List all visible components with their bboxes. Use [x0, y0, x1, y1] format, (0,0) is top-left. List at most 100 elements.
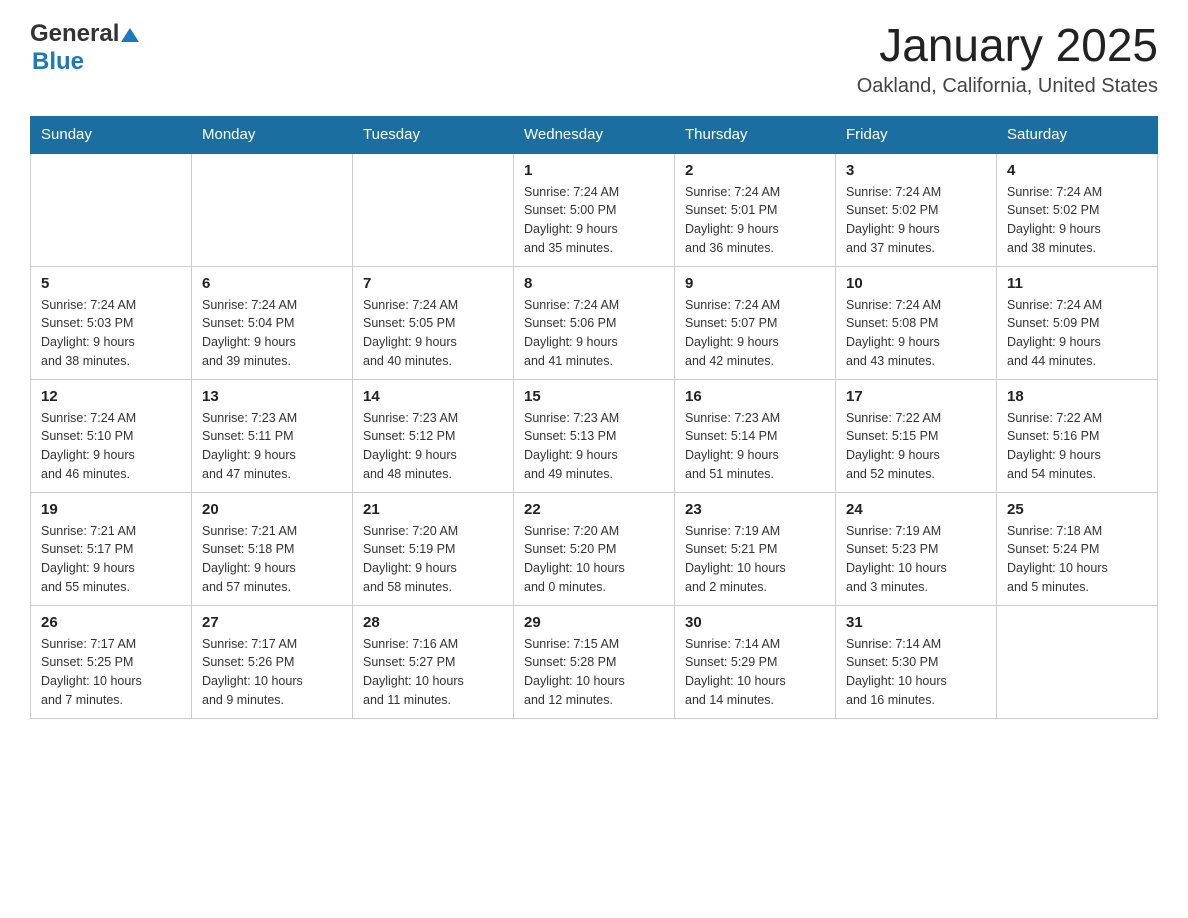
day-info: Sunrise: 7:21 AM Sunset: 5:17 PM Dayligh… [41, 522, 181, 597]
calendar-day-cell: 13 Sunrise: 7:23 AM Sunset: 5:11 PM Dayli… [192, 379, 353, 492]
calendar-week-row: 12 Sunrise: 7:24 AM Sunset: 5:10 PM Dayli… [31, 379, 1158, 492]
day-number: 4 [1007, 162, 1147, 179]
day-info: Sunrise: 7:17 AM Sunset: 5:25 PM Dayligh… [41, 635, 181, 710]
calendar-day-cell: 11Sunrise: 7:24 AM Sunset: 5:09 PM Dayli… [997, 266, 1158, 379]
day-number: 25 [1007, 501, 1147, 518]
day-number: 3 [846, 162, 986, 179]
day-info: Sunrise: 7:16 AM Sunset: 5:27 PM Dayligh… [363, 635, 503, 710]
calendar-day-cell [31, 153, 192, 267]
calendar-week-row: 26 Sunrise: 7:17 AM Sunset: 5:25 PM Dayli… [31, 605, 1158, 718]
weekday-header-sunday: Sunday [31, 116, 192, 153]
calendar-day-cell: 25Sunrise: 7:18 AM Sunset: 5:24 PM Dayli… [997, 492, 1158, 605]
weekday-header-tuesday: Tuesday [353, 116, 514, 153]
day-info: Sunrise: 7:24 AM Sunset: 5:07 PM Dayligh… [685, 296, 825, 371]
day-number: 10 [846, 275, 986, 292]
day-number: 13 [202, 388, 342, 405]
day-info: Sunrise: 7:24 AM Sunset: 5:08 PM Dayligh… [846, 296, 986, 371]
day-info: Sunrise: 7:23 AM Sunset: 5:11 PM Dayligh… [202, 409, 342, 484]
day-number: 20 [202, 501, 342, 518]
day-info: Sunrise: 7:24 AM Sunset: 5:10 PM Dayligh… [41, 409, 181, 484]
calendar-day-cell: 5Sunrise: 7:24 AM Sunset: 5:03 PM Daylig… [31, 266, 192, 379]
calendar-day-cell: 30 Sunrise: 7:14 AM Sunset: 5:29 PM Dayli… [675, 605, 836, 718]
day-number: 12 [41, 388, 181, 405]
calendar-day-cell: 23 Sunrise: 7:19 AM Sunset: 5:21 PM Dayli… [675, 492, 836, 605]
day-info: Sunrise: 7:24 AM Sunset: 5:00 PM Dayligh… [524, 183, 664, 258]
day-number: 9 [685, 275, 825, 292]
calendar-body: 1 Sunrise: 7:24 AM Sunset: 5:00 PM Daylig… [31, 153, 1158, 719]
calendar-day-cell: 6Sunrise: 7:24 AM Sunset: 5:04 PM Daylig… [192, 266, 353, 379]
calendar-day-cell: 3 Sunrise: 7:24 AM Sunset: 5:02 PM Daylig… [836, 153, 997, 267]
day-number: 24 [846, 501, 986, 518]
weekday-header-row: SundayMondayTuesdayWednesdayThursdayFrid… [31, 116, 1158, 153]
day-info: Sunrise: 7:21 AM Sunset: 5:18 PM Dayligh… [202, 522, 342, 597]
day-number: 31 [846, 614, 986, 631]
weekday-header-thursday: Thursday [675, 116, 836, 153]
day-number: 6 [202, 275, 342, 292]
day-info: Sunrise: 7:22 AM Sunset: 5:16 PM Dayligh… [1007, 409, 1147, 484]
day-number: 14 [363, 388, 503, 405]
calendar-day-cell: 28Sunrise: 7:16 AM Sunset: 5:27 PM Dayli… [353, 605, 514, 718]
calendar-day-cell: 12 Sunrise: 7:24 AM Sunset: 5:10 PM Dayli… [31, 379, 192, 492]
day-number: 29 [524, 614, 664, 631]
calendar-week-row: 5Sunrise: 7:24 AM Sunset: 5:03 PM Daylig… [31, 266, 1158, 379]
calendar-day-cell: 7 Sunrise: 7:24 AM Sunset: 5:05 PM Daylig… [353, 266, 514, 379]
day-info: Sunrise: 7:22 AM Sunset: 5:15 PM Dayligh… [846, 409, 986, 484]
day-number: 27 [202, 614, 342, 631]
calendar-day-cell: 8 Sunrise: 7:24 AM Sunset: 5:06 PM Daylig… [514, 266, 675, 379]
day-info: Sunrise: 7:20 AM Sunset: 5:20 PM Dayligh… [524, 522, 664, 597]
calendar-table: SundayMondayTuesdayWednesdayThursdayFrid… [30, 116, 1158, 719]
calendar-day-cell [997, 605, 1158, 718]
day-info: Sunrise: 7:24 AM Sunset: 5:05 PM Dayligh… [363, 296, 503, 371]
day-number: 1 [524, 162, 664, 179]
day-number: 22 [524, 501, 664, 518]
calendar-day-cell: 17 Sunrise: 7:22 AM Sunset: 5:15 PM Dayli… [836, 379, 997, 492]
day-number: 7 [363, 275, 503, 292]
page-subtitle: Oakland, California, United States [857, 75, 1158, 98]
day-number: 17 [846, 388, 986, 405]
calendar-day-cell: 16 Sunrise: 7:23 AM Sunset: 5:14 PM Dayli… [675, 379, 836, 492]
day-info: Sunrise: 7:15 AM Sunset: 5:28 PM Dayligh… [524, 635, 664, 710]
day-info: Sunrise: 7:19 AM Sunset: 5:23 PM Dayligh… [846, 522, 986, 597]
calendar-header: SundayMondayTuesdayWednesdayThursdayFrid… [31, 116, 1158, 153]
calendar-day-cell: 1 Sunrise: 7:24 AM Sunset: 5:00 PM Daylig… [514, 153, 675, 267]
day-number: 16 [685, 388, 825, 405]
calendar-day-cell: 21Sunrise: 7:20 AM Sunset: 5:19 PM Dayli… [353, 492, 514, 605]
weekday-header-friday: Friday [836, 116, 997, 153]
calendar-day-cell: 26 Sunrise: 7:17 AM Sunset: 5:25 PM Dayli… [31, 605, 192, 718]
day-info: Sunrise: 7:17 AM Sunset: 5:26 PM Dayligh… [202, 635, 342, 710]
day-info: Sunrise: 7:14 AM Sunset: 5:29 PM Dayligh… [685, 635, 825, 710]
day-number: 2 [685, 162, 825, 179]
calendar-day-cell: 22 Sunrise: 7:20 AM Sunset: 5:20 PM Dayli… [514, 492, 675, 605]
calendar-day-cell: 29 Sunrise: 7:15 AM Sunset: 5:28 PM Dayli… [514, 605, 675, 718]
day-info: Sunrise: 7:19 AM Sunset: 5:21 PM Dayligh… [685, 522, 825, 597]
weekday-header-saturday: Saturday [997, 116, 1158, 153]
day-info: Sunrise: 7:24 AM Sunset: 5:09 PM Dayligh… [1007, 296, 1147, 371]
day-number: 8 [524, 275, 664, 292]
day-info: Sunrise: 7:14 AM Sunset: 5:30 PM Dayligh… [846, 635, 986, 710]
calendar-day-cell [192, 153, 353, 267]
calendar-day-cell: 15Sunrise: 7:23 AM Sunset: 5:13 PM Dayli… [514, 379, 675, 492]
calendar-day-cell: 9 Sunrise: 7:24 AM Sunset: 5:07 PM Daylig… [675, 266, 836, 379]
day-info: Sunrise: 7:20 AM Sunset: 5:19 PM Dayligh… [363, 522, 503, 597]
page-header: General Blue January 2025 Oakland, Calif… [30, 20, 1158, 98]
day-info: Sunrise: 7:24 AM Sunset: 5:01 PM Dayligh… [685, 183, 825, 258]
calendar-day-cell: 10 Sunrise: 7:24 AM Sunset: 5:08 PM Dayli… [836, 266, 997, 379]
calendar-day-cell: 4 Sunrise: 7:24 AM Sunset: 5:02 PM Daylig… [997, 153, 1158, 267]
day-number: 5 [41, 275, 181, 292]
page-title: January 2025 [857, 20, 1158, 71]
calendar-day-cell: 2 Sunrise: 7:24 AM Sunset: 5:01 PM Daylig… [675, 153, 836, 267]
day-info: Sunrise: 7:23 AM Sunset: 5:12 PM Dayligh… [363, 409, 503, 484]
day-info: Sunrise: 7:24 AM Sunset: 5:02 PM Dayligh… [846, 183, 986, 258]
day-number: 30 [685, 614, 825, 631]
day-number: 19 [41, 501, 181, 518]
calendar-week-row: 19 Sunrise: 7:21 AM Sunset: 5:17 PM Dayli… [31, 492, 1158, 605]
calendar-day-cell: 19 Sunrise: 7:21 AM Sunset: 5:17 PM Dayli… [31, 492, 192, 605]
day-number: 23 [685, 501, 825, 518]
calendar-day-cell: 20 Sunrise: 7:21 AM Sunset: 5:18 PM Dayli… [192, 492, 353, 605]
logo-general-text: General [30, 20, 119, 48]
day-number: 15 [524, 388, 664, 405]
day-number: 26 [41, 614, 181, 631]
day-info: Sunrise: 7:23 AM Sunset: 5:14 PM Dayligh… [685, 409, 825, 484]
day-info: Sunrise: 7:24 AM Sunset: 5:02 PM Dayligh… [1007, 183, 1147, 258]
day-info: Sunrise: 7:24 AM Sunset: 5:06 PM Dayligh… [524, 296, 664, 371]
